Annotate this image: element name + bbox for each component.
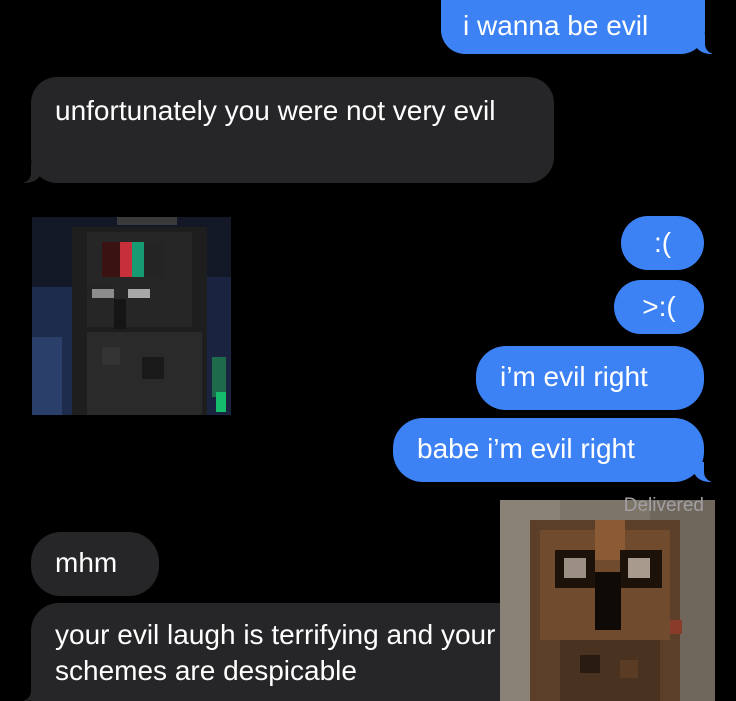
message-bubble-incoming[interactable]: unfortunately you were not very evil [11,77,554,183]
message-text: your evil laugh is terrifying and your s… [55,619,496,686]
delivered-status: Delivered [623,495,704,516]
message-text: i wanna be evil [463,10,649,41]
message-text: >:( [642,291,676,322]
message-bubble-outgoing[interactable]: babe i’m evil right [393,418,724,482]
message-bubble-outgoing[interactable]: :( [621,216,704,270]
message-text: :( [653,227,672,258]
message-bubble-outgoing[interactable]: >:( [614,280,704,334]
message-text: unfortunately you were not very evil [55,95,496,126]
brown-pixel-character-icon [500,500,715,701]
dark-pixel-character-sticker[interactable] [32,217,231,415]
brown-pixel-character-sticker[interactable] [500,500,715,701]
message-bubble-outgoing[interactable]: i’m evil right [476,346,704,410]
message-bubble-incoming[interactable]: mhm [31,532,159,596]
message-text: mhm [55,547,118,578]
message-bubble-incoming[interactable]: your evil laugh is terrifying and your s… [11,603,539,701]
message-text: babe i’m evil right [417,433,635,464]
message-bubble-outgoing[interactable]: i wanna be evil [441,0,725,54]
dark-pixel-character-icon [32,217,231,415]
message-text: i’m evil right [500,361,648,392]
